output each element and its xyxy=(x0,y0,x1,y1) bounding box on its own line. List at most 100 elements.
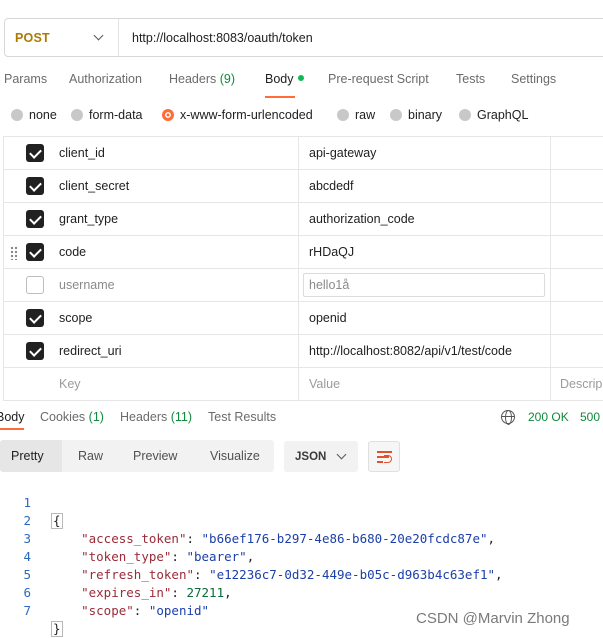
table-row: client_secret abcdedf xyxy=(3,170,603,203)
description-cell[interactable] xyxy=(551,236,603,268)
body-params-table: client_id api-gateway client_secret abcd… xyxy=(3,136,603,401)
radio-binary-label: binary xyxy=(408,108,443,122)
response-active-tab-indicator xyxy=(0,428,24,430)
param-key: code xyxy=(59,245,87,259)
globe-icon[interactable] xyxy=(501,410,515,425)
response-body-viewer[interactable]: 1 { 2 "access_token": "b66ef176-b297-4e8… xyxy=(0,476,603,637)
view-visualize[interactable]: Visualize xyxy=(210,440,260,472)
modified-dot-icon xyxy=(297,75,304,81)
checkbox-checked[interactable] xyxy=(26,342,44,360)
param-key: username xyxy=(59,278,115,292)
response-tab-headers[interactable]: Headers (11) xyxy=(120,410,192,424)
response-tab-headers-label: Headers xyxy=(120,410,168,424)
response-tab-body[interactable]: Body xyxy=(0,410,25,424)
checkbox-checked[interactable] xyxy=(26,309,44,327)
param-value: api-gateway xyxy=(309,146,377,160)
description-cell[interactable] xyxy=(551,302,603,334)
method-select[interactable]: POST xyxy=(5,19,119,56)
key-cell[interactable]: redirect_uri xyxy=(3,335,299,367)
table-row: scope openid xyxy=(3,302,603,335)
url-input[interactable]: http://localhost:8083/oauth/token xyxy=(119,31,313,45)
value-cell[interactable]: abcdedf xyxy=(299,170,551,202)
checkbox-checked[interactable] xyxy=(26,144,44,162)
json-value: "openid" xyxy=(148,603,210,618)
value-cell[interactable]: openid xyxy=(299,302,551,334)
tab-tests[interactable]: Tests xyxy=(456,72,485,86)
description-cell[interactable] xyxy=(551,203,603,235)
response-tab-test-results[interactable]: Test Results xyxy=(208,410,276,424)
key-cell[interactable]: Key xyxy=(3,368,299,400)
value-cell[interactable]: hello1å xyxy=(299,269,551,301)
json-key: "scope" xyxy=(81,603,134,618)
param-key: client_id xyxy=(59,146,105,160)
response-tab-cookies[interactable]: Cookies (1) xyxy=(40,410,104,424)
tab-headers-count: (9) xyxy=(219,72,236,86)
checkbox-unchecked[interactable] xyxy=(26,276,44,294)
radio-circle-icon xyxy=(390,109,402,121)
view-raw[interactable]: Raw xyxy=(78,440,103,472)
value-cell[interactable]: http://localhost:8082/api/v1/test/code xyxy=(299,335,551,367)
method-label: POST xyxy=(15,30,50,45)
radio-circle-icon xyxy=(11,109,23,121)
drag-handle-icon[interactable] xyxy=(10,246,18,260)
radio-form-data[interactable]: form-data xyxy=(71,108,143,122)
status-code[interactable]: 200 OK xyxy=(528,410,569,424)
checkbox-checked[interactable] xyxy=(26,243,44,261)
tab-headers[interactable]: Headers (9) xyxy=(169,72,235,86)
key-cell[interactable]: grant_type xyxy=(3,203,299,235)
value-cell[interactable]: Value xyxy=(299,368,551,400)
key-cell[interactable]: client_secret xyxy=(3,170,299,202)
radio-graphql[interactable]: GraphQL xyxy=(459,108,528,122)
radio-circle-icon xyxy=(459,109,471,121)
radio-raw-label: raw xyxy=(355,108,376,122)
radio-none[interactable]: none xyxy=(11,108,57,122)
view-pretty[interactable]: Pretty xyxy=(0,440,62,472)
radio-circle-icon xyxy=(337,109,349,121)
radio-none-label: none xyxy=(29,108,57,122)
description-cell[interactable] xyxy=(551,137,603,169)
view-preview[interactable]: Preview xyxy=(133,440,177,472)
tab-authorization[interactable]: Authorization xyxy=(69,72,142,86)
watermark: CSDN @Marvin Zhong xyxy=(416,610,570,627)
radio-urlencoded-label: x-www-form-urlencoded xyxy=(180,108,313,122)
checkbox-checked[interactable] xyxy=(26,177,44,195)
description-cell[interactable]: Descrip xyxy=(551,368,603,400)
param-value: abcdedf xyxy=(309,179,354,193)
description-placeholder: Descrip xyxy=(560,377,603,391)
param-value-input[interactable]: hello1å xyxy=(303,273,545,297)
key-cell[interactable]: code xyxy=(3,236,299,268)
description-cell[interactable] xyxy=(551,335,603,367)
param-key: scope xyxy=(59,311,93,325)
key-placeholder: Key xyxy=(59,377,81,391)
param-value: authorization_code xyxy=(309,212,415,226)
key-cell[interactable]: username xyxy=(3,269,299,301)
key-cell[interactable]: scope xyxy=(3,302,299,334)
radio-binary[interactable]: binary xyxy=(390,108,442,122)
format-select[interactable]: JSON xyxy=(284,441,358,472)
value-cell[interactable]: api-gateway xyxy=(299,137,551,169)
tab-body[interactable]: Body xyxy=(265,72,304,86)
radio-form-data-label: form-data xyxy=(89,108,143,122)
tab-settings[interactable]: Settings xyxy=(511,72,556,86)
key-cell[interactable]: client_id xyxy=(3,137,299,169)
param-key: redirect_uri xyxy=(59,344,122,358)
tab-pre-request-script[interactable]: Pre-request Script xyxy=(328,72,429,86)
chevron-down-icon xyxy=(93,30,104,41)
checkbox-checked[interactable] xyxy=(26,210,44,228)
code-line: 5 "expires_in": 27211, xyxy=(0,548,603,600)
param-value: http://localhost:8082/api/v1/test/code xyxy=(309,344,512,358)
description-cell[interactable] xyxy=(551,269,603,301)
response-tab-cookies-label: Cookies xyxy=(40,410,86,424)
value-cell[interactable]: rHDaQJ xyxy=(299,236,551,268)
chevron-down-icon xyxy=(336,449,347,460)
tab-params[interactable]: Params xyxy=(4,72,47,86)
view-mode-selector: Pretty Raw Preview Visualize xyxy=(0,440,274,472)
value-cell[interactable]: authorization_code xyxy=(299,203,551,235)
radio-selected-icon xyxy=(162,109,174,121)
code-line: 3 "token_type": "bearer", xyxy=(0,512,603,564)
description-cell[interactable] xyxy=(551,170,603,202)
wrap-lines-button[interactable] xyxy=(368,441,400,472)
response-time[interactable]: 500 xyxy=(580,410,600,424)
radio-urlencoded[interactable]: x-www-form-urlencoded xyxy=(162,108,313,122)
radio-raw[interactable]: raw xyxy=(337,108,375,122)
